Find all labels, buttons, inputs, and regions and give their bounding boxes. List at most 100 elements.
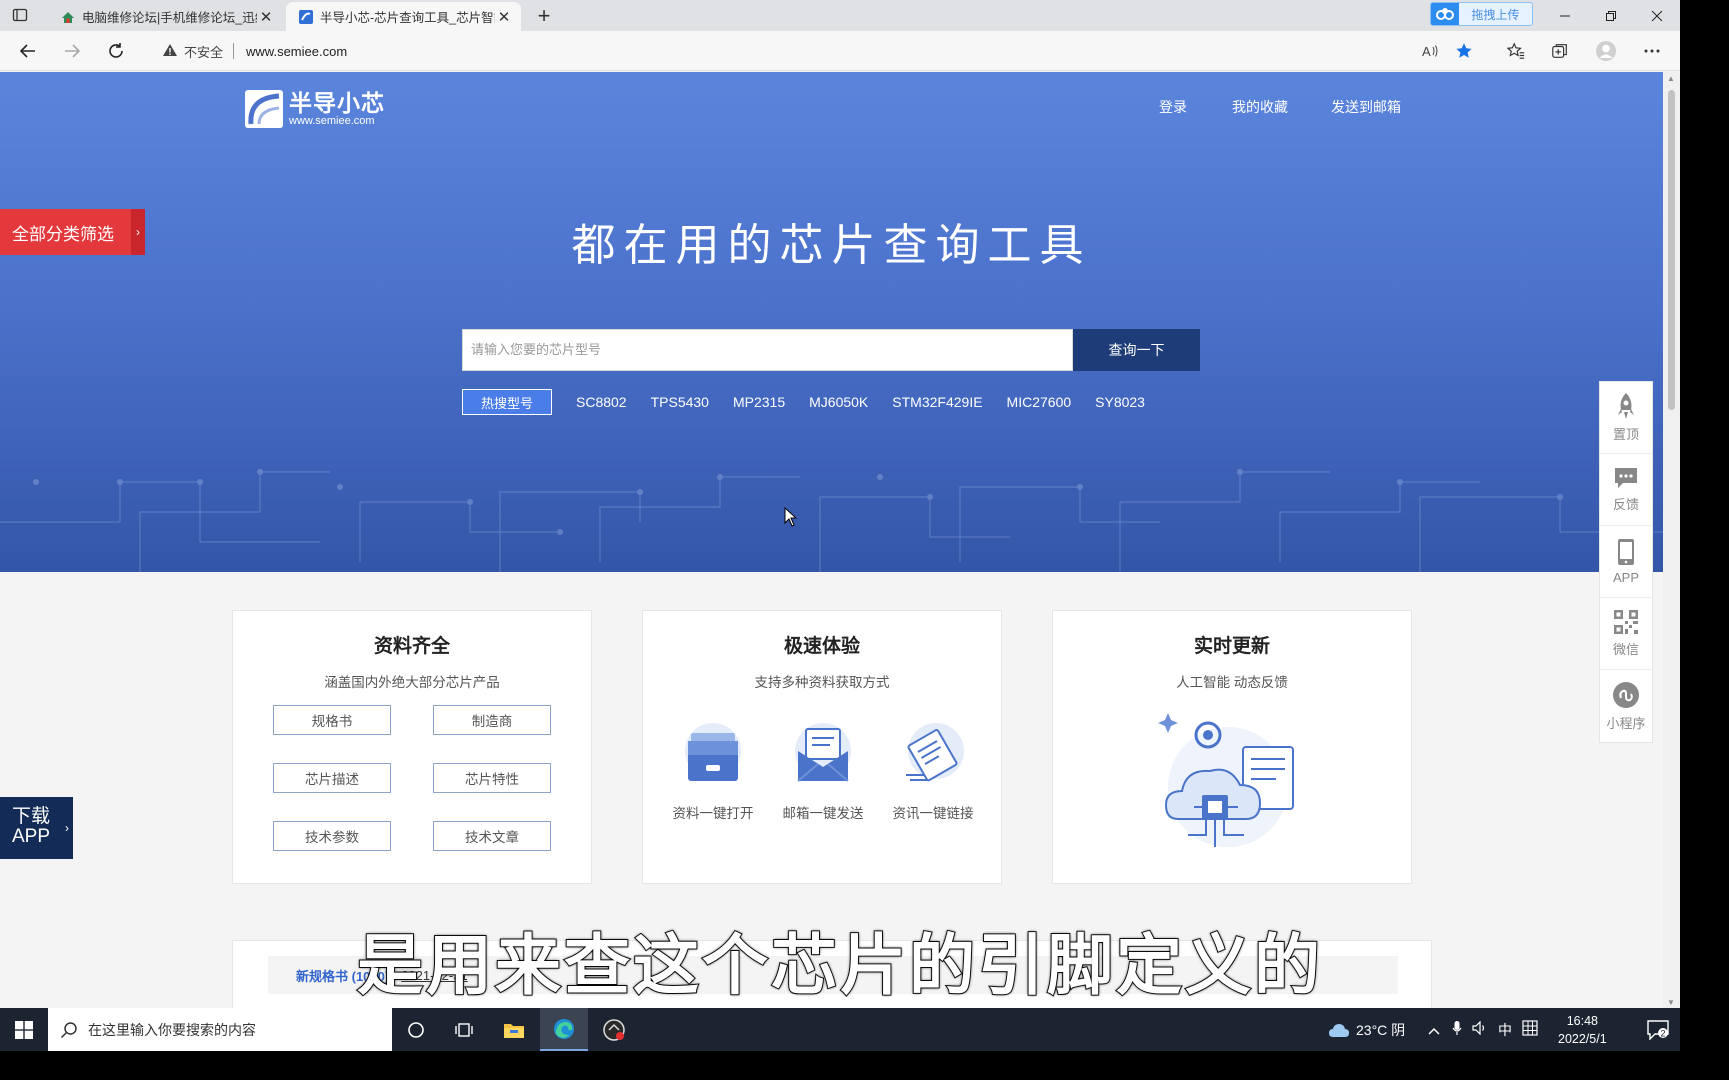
upload-button[interactable]: 拖拽上传 xyxy=(1430,2,1533,26)
nav-my-favorites[interactable]: 我的收藏 xyxy=(1232,97,1288,117)
forum-favicon-icon xyxy=(60,9,76,25)
read-aloud-icon[interactable]: A xyxy=(1416,37,1444,65)
page-viewport: 半导小芯 www.semiee.com 登录 我的收藏 发送到邮箱 全部分类筛选… xyxy=(0,72,1663,1008)
notification-count: 2 xyxy=(1660,1028,1665,1038)
tag-datasheet[interactable]: 规格书 xyxy=(273,705,391,735)
logo-mark-icon xyxy=(245,90,283,128)
side-label: 微信 xyxy=(1612,642,1639,657)
back-to-top-button[interactable]: 置顶 xyxy=(1600,382,1652,454)
hot-model-link[interactable]: SY8023 xyxy=(1095,394,1145,410)
collections-icon[interactable] xyxy=(1546,37,1574,65)
taskbar-clock[interactable]: 16:48 2022/5/1 xyxy=(1558,1012,1607,1048)
card-subtitle: 人工智能 动态反馈 xyxy=(1176,675,1288,690)
tag-manufacturer[interactable]: 制造商 xyxy=(433,705,551,735)
feature-news-link[interactable]: 资讯一键链接 xyxy=(883,721,983,822)
mouse-cursor-icon xyxy=(784,506,798,532)
hot-model-link[interactable]: STM32F429IE xyxy=(892,394,982,410)
hero-headline: 都在用的芯片查询工具 xyxy=(571,220,1092,271)
tag-chip-features[interactable]: 芯片特性 xyxy=(433,763,551,793)
page-scrollbar[interactable]: ▲ ▼ xyxy=(1663,72,1680,1008)
hot-models: 热搜型号 SC8802 TPS5430 MP2315 MJ6050K STM32… xyxy=(462,389,1169,415)
feedback-button[interactable]: 反馈 xyxy=(1600,454,1652,526)
edge-taskbar-button[interactable] xyxy=(540,1008,588,1051)
back-button[interactable] xyxy=(14,37,42,65)
feature-open-data[interactable]: 资料一键打开 xyxy=(663,721,763,822)
site-logo[interactable]: 半导小芯 www.semiee.com xyxy=(245,90,385,128)
more-menu-icon[interactable] xyxy=(1638,37,1666,65)
wechat-button[interactable]: 微信 xyxy=(1600,598,1652,670)
favorite-star-icon[interactable] xyxy=(1450,37,1478,65)
chevron-up-icon[interactable] xyxy=(1428,1022,1440,1038)
start-button[interactable] xyxy=(0,1008,48,1051)
profile-avatar-icon[interactable] xyxy=(1592,37,1620,65)
cortana-button[interactable] xyxy=(392,1008,440,1051)
side-label: APP xyxy=(1612,570,1639,585)
notification-center-button[interactable]: 2 xyxy=(1636,1008,1680,1051)
nav-login[interactable]: 登录 xyxy=(1159,97,1187,117)
mini-program-button[interactable]: 小程序 xyxy=(1600,670,1652,742)
mini-program-icon xyxy=(1613,681,1639,708)
tag-chip-description[interactable]: 芯片描述 xyxy=(273,763,391,793)
chip-search: 请输入您要的芯片型号 查询一下 xyxy=(462,329,1200,371)
warning-icon[interactable] xyxy=(162,43,178,60)
nav-send-to-email[interactable]: 发送到邮箱 xyxy=(1331,97,1401,117)
forward-button[interactable] xyxy=(58,37,86,65)
address-bar: 不安全 www.semiee.com A xyxy=(0,31,1680,71)
mail-icon xyxy=(795,723,851,782)
keyboard-grid-icon[interactable] xyxy=(1522,1020,1538,1039)
hot-model-link[interactable]: MIC27600 xyxy=(1007,394,1072,410)
new-tab-button[interactable]: + xyxy=(532,3,556,28)
url-text[interactable]: www.semiee.com xyxy=(246,44,347,59)
weather-text: 23°C 阴 xyxy=(1356,1021,1406,1038)
hot-model-link[interactable]: TPS5430 xyxy=(651,394,709,410)
download-app-tab[interactable]: 下载 APP › xyxy=(0,797,73,859)
search-button[interactable]: 查询一下 xyxy=(1073,329,1200,371)
app-button[interactable]: APP xyxy=(1600,526,1652,598)
hot-model-link[interactable]: SC8802 xyxy=(576,394,627,410)
favorites-icon[interactable] xyxy=(1502,37,1530,65)
circuit-pattern xyxy=(0,469,1663,572)
task-view-button[interactable] xyxy=(440,1008,488,1051)
file-explorer-button[interactable] xyxy=(490,1008,538,1051)
cortana-circle-icon xyxy=(408,1021,424,1038)
side-label: 置顶 xyxy=(1612,427,1639,442)
windows-logo-icon xyxy=(15,1020,33,1039)
letterbox-bar xyxy=(0,1051,1729,1080)
tag-tech-params[interactable]: 技术参数 xyxy=(273,821,391,851)
card-realtime-update: 实时更新 人工智能 动态反馈 xyxy=(1052,610,1412,884)
hot-model-link[interactable]: MP2315 xyxy=(733,394,785,410)
scroll-up-icon[interactable]: ▲ xyxy=(1667,74,1676,83)
recorder-taskbar-button[interactable] xyxy=(590,1008,638,1051)
feature-label: 资料一键打开 xyxy=(672,806,754,821)
cloud-icon xyxy=(1329,1023,1349,1037)
cloud-ai-illustration-icon xyxy=(1158,713,1294,847)
card-fast-experience: 极速体验 支持多种资料获取方式 资料一键打开 邮箱一键发送 资讯一键链接 xyxy=(642,610,1002,884)
close-tab-icon[interactable]: ✕ xyxy=(257,8,275,26)
side-float-toolbar: 置顶 反馈 APP 微信 小程序 xyxy=(1599,381,1653,743)
tab-title: 电脑维修论坛|手机维修论坛_迅维 xyxy=(82,11,257,25)
baidu-cloud-icon xyxy=(1431,3,1459,25)
ime-indicator[interactable]: 中 xyxy=(1498,1020,1512,1040)
upload-label: 拖拽上传 xyxy=(1471,7,1520,22)
speaker-icon[interactable] xyxy=(1472,1020,1488,1038)
feature-send-email[interactable]: 邮箱一键发送 xyxy=(773,721,873,822)
tab-actions-icon[interactable] xyxy=(12,7,32,25)
refresh-button[interactable] xyxy=(102,37,130,65)
tab-semiee[interactable]: 半导小芯-芯片查询工具_芯片智能 ✕ xyxy=(286,2,521,31)
tray-icons: 中 xyxy=(1428,1008,1538,1051)
weather-widget[interactable]: 23°C 阴 xyxy=(1328,1008,1405,1051)
tab-forum[interactable]: 电脑维修论坛|手机维修论坛_迅维 ✕ xyxy=(48,2,283,31)
tag-tech-articles[interactable]: 技术文章 xyxy=(433,821,551,851)
chip-search-input[interactable]: 请输入您要的芯片型号 xyxy=(462,329,1073,371)
taskbar-search[interactable]: 在这里输入你要搜索的内容 xyxy=(48,1008,392,1051)
tab-title: 半导小芯-芯片查询工具_芯片智能 xyxy=(320,11,495,25)
close-window-button[interactable] xyxy=(1634,0,1680,31)
minimize-button[interactable] xyxy=(1542,0,1588,31)
close-tab-icon[interactable]: ✕ xyxy=(495,8,513,26)
hot-model-link[interactable]: MJ6050K xyxy=(809,394,868,410)
restore-button[interactable] xyxy=(1588,0,1634,31)
microphone-icon[interactable] xyxy=(1452,1020,1462,1039)
omnibox[interactable]: 不安全 www.semiee.com xyxy=(144,36,1454,66)
scrollbar-thumb[interactable] xyxy=(1668,90,1675,410)
hero-section: 半导小芯 www.semiee.com 登录 我的收藏 发送到邮箱 全部分类筛选… xyxy=(0,72,1663,572)
